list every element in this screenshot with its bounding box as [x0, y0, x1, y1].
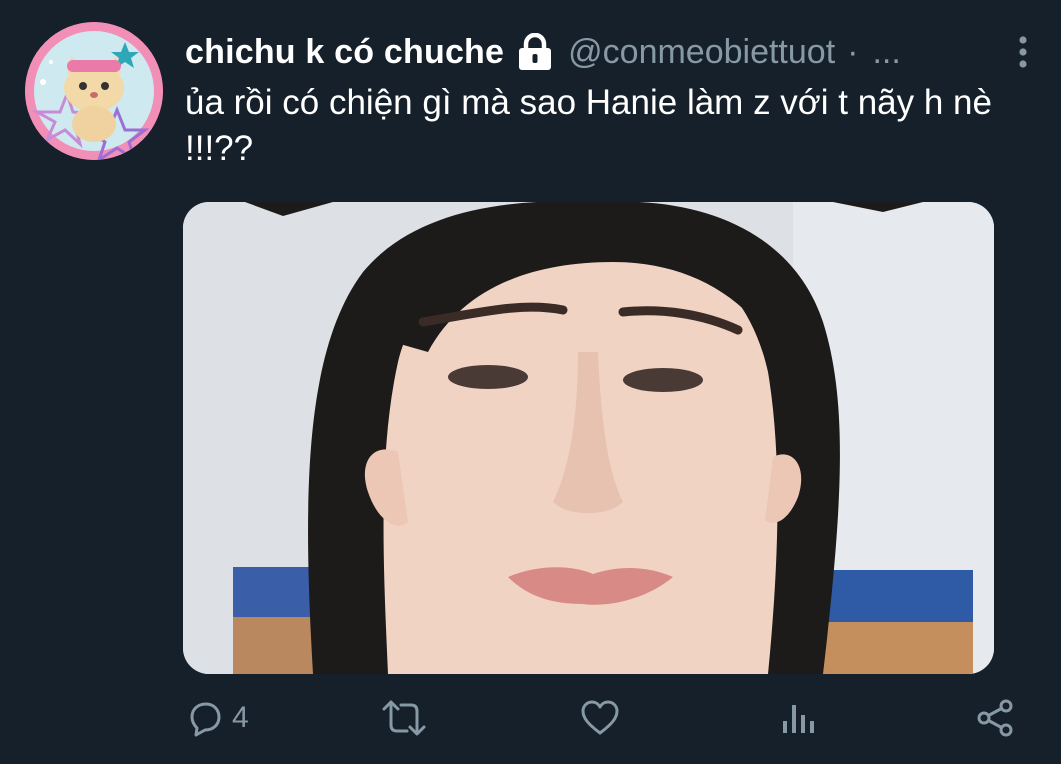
retweet-button[interactable] — [380, 690, 428, 746]
lock-icon — [516, 32, 554, 71]
avatar-image — [25, 22, 163, 160]
retweet-icon — [380, 699, 428, 737]
tweet-actions: 4 — [0, 690, 1061, 746]
tweet-media-image[interactable] — [183, 202, 994, 674]
display-name[interactable]: chichu k có chuche — [185, 33, 504, 72]
analytics-button[interactable] — [780, 690, 816, 746]
heart-icon — [580, 699, 620, 737]
analytics-icon — [780, 699, 816, 737]
reply-button[interactable]: 4 — [186, 690, 249, 746]
tweet-header: chichu k có chuche @conmeobiettuot · ... — [185, 30, 1015, 74]
like-button[interactable] — [580, 690, 620, 746]
separator-dot: · — [847, 32, 859, 71]
tweet-text: ủa rồi có chiện gì mà sao Hanie làm z vớ… — [185, 83, 992, 168]
share-button[interactable] — [975, 690, 1015, 746]
share-icon — [975, 698, 1015, 738]
reply-count: 4 — [232, 701, 249, 734]
more-vertical-icon[interactable] — [1010, 34, 1036, 70]
reply-icon — [186, 699, 224, 737]
timestamp[interactable]: ... — [872, 33, 900, 72]
user-handle[interactable]: @conmeobiettuot — [568, 33, 835, 72]
tweet-card[interactable]: chichu k có chuche @conmeobiettuot · ...… — [0, 0, 1061, 764]
avatar[interactable] — [25, 22, 163, 160]
